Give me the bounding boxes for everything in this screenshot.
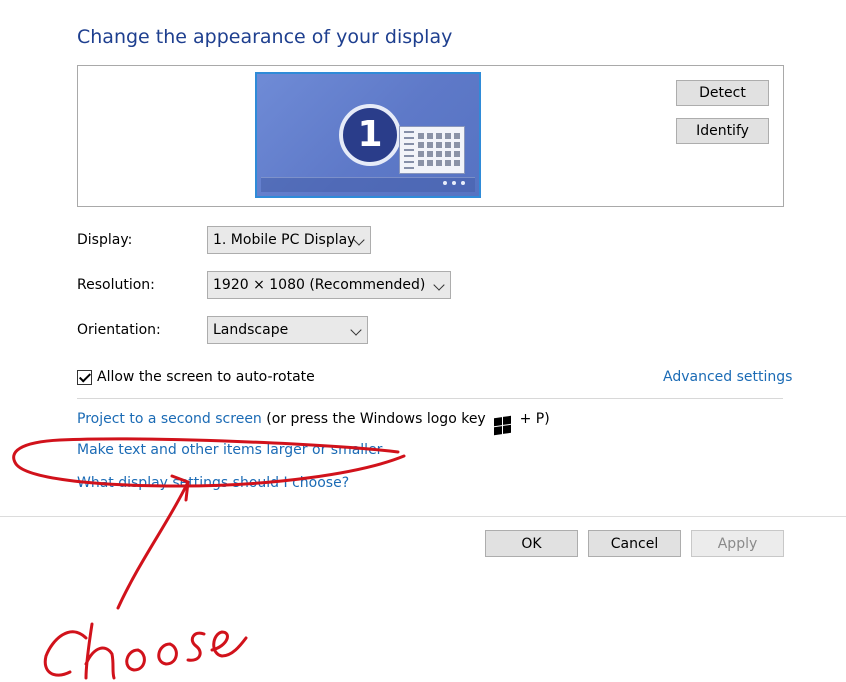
resolution-select[interactable]: 1920 × 1080 (Recommended) (207, 271, 451, 299)
apply-button[interactable]: Apply (691, 530, 784, 557)
display-select[interactable]: 1. Mobile PC Display (207, 226, 371, 254)
orientation-label: Orientation: (77, 322, 161, 338)
chevron-down-icon (350, 324, 362, 336)
text-size-link[interactable]: Make text and other items larger or smal… (77, 442, 382, 458)
footer-divider (0, 516, 846, 517)
chevron-down-icon (433, 279, 445, 291)
autorotate-checkbox[interactable] (77, 370, 92, 385)
identify-button[interactable]: Identify (676, 118, 769, 144)
monitor-1-thumbnail[interactable]: 1 (255, 72, 481, 198)
ok-button[interactable]: OK (485, 530, 578, 557)
advanced-settings-link[interactable]: Advanced settings (663, 369, 792, 385)
display-label: Display: (77, 232, 133, 248)
project-hint-keys: + P) (519, 411, 550, 427)
divider (77, 398, 783, 399)
orientation-select[interactable]: Landscape (207, 316, 368, 344)
autorotate-label[interactable]: Allow the screen to auto-rotate (97, 369, 315, 385)
windows-logo-icon (494, 415, 512, 436)
cancel-button[interactable]: Cancel (588, 530, 681, 557)
orientation-select-value: Landscape (213, 322, 289, 338)
monitor-number-badge: 1 (339, 104, 401, 166)
project-second-screen-link[interactable]: Project to a second screen (77, 411, 262, 427)
page-title: Change the appearance of your display (77, 26, 453, 48)
display-help-link[interactable]: What display settings should I choose? (77, 475, 349, 491)
taskbar-graphic (261, 177, 475, 192)
detect-button[interactable]: Detect (676, 80, 769, 106)
project-hint-text: (or press the Windows logo key (261, 411, 486, 427)
desktop-window-icon (399, 126, 465, 174)
resolution-label: Resolution: (77, 277, 155, 293)
resolution-select-value: 1920 × 1080 (Recommended) (213, 277, 426, 293)
display-select-value: 1. Mobile PC Display (213, 232, 356, 248)
project-row: Project to a second screen (or press the… (77, 411, 550, 436)
